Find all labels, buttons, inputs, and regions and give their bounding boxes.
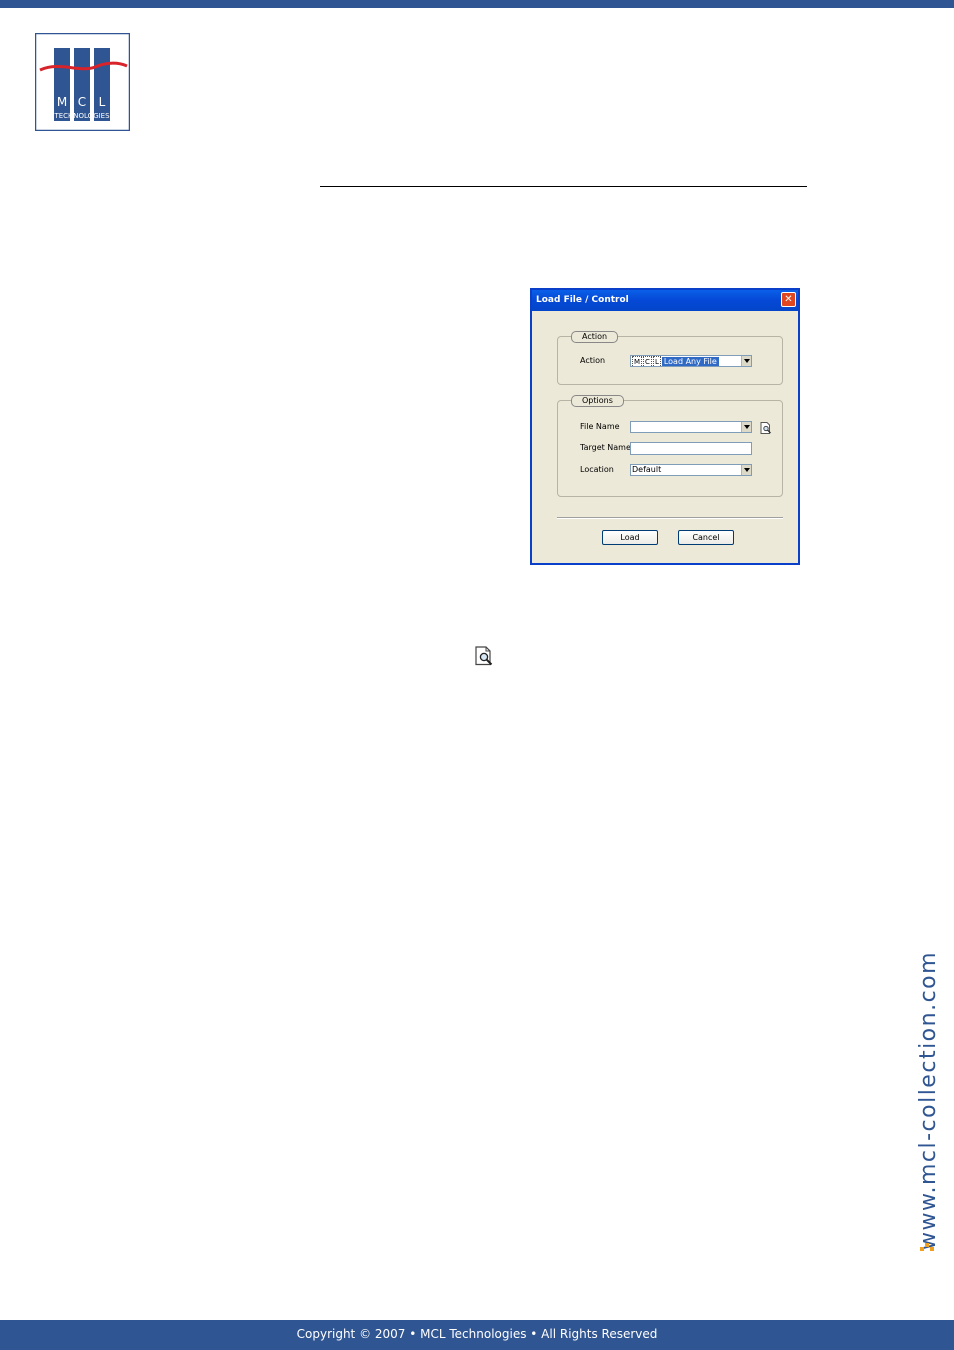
url-dots-icon [918,1238,936,1252]
options-group: Options File Name Target Name Location D… [557,395,783,497]
browse-file-icon [474,646,495,666]
file-name-select[interactable] [630,421,752,433]
top-bar [0,0,954,8]
header-rule [320,186,807,187]
load-button[interactable]: Load [602,530,658,545]
dialog-separator [557,517,783,519]
logo-letter-m: M [57,95,67,109]
target-name-field[interactable] [630,442,752,455]
dialog-title-bar: Load File / Control ✕ [532,290,798,311]
action-chip-c: C [643,356,652,366]
location-label: Location [580,465,614,474]
close-icon[interactable]: ✕ [781,292,796,307]
load-file-dialog: Load File / Control ✕ Action Action MCLL… [530,288,800,565]
dropdown-arrow-icon[interactable] [741,356,751,366]
dropdown-arrow-icon[interactable] [741,465,751,475]
action-label: Action [580,356,606,365]
file-name-label: File Name [580,422,620,431]
dropdown-arrow-icon[interactable] [741,422,751,432]
action-select[interactable]: M C L Load Any File [630,355,752,367]
action-group: Action Action M C L Load Any File [557,331,783,385]
logo-caption: TECHNOLOGIES [53,112,110,120]
action-chip-m: M [632,356,643,366]
action-group-legend: Action [571,331,619,343]
logo-letter-c: C [78,95,86,109]
location-value: Default [632,465,662,474]
side-url: www.mcl-collection.com [916,950,941,1250]
mcl-logo: M C L TECHNOLOGIES [34,32,131,132]
target-name-label: Target Name [580,443,631,452]
action-chip-l: L [652,356,661,366]
logo-letter-l: L [99,95,106,109]
dialog-title: Load File / Control [536,295,629,305]
cancel-button[interactable]: Cancel [678,530,734,545]
action-value: Load Any File [661,357,719,366]
options-group-legend: Options [571,395,624,407]
location-select[interactable]: Default [630,464,752,476]
browse-file-icon[interactable] [760,422,772,434]
footer-copyright: Copyright © 2007 • MCL Technologies • Al… [0,1320,954,1350]
